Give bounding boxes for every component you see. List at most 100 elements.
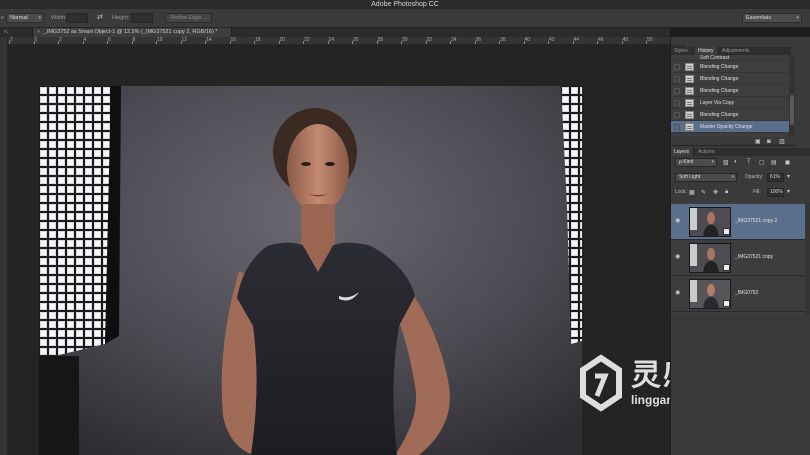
fill-slider-icon[interactable]: ▾ <box>787 188 790 195</box>
layer-row[interactable]: ◉ _IMG37521 copy <box>671 240 810 276</box>
scrollbar-thumb[interactable] <box>790 95 794 125</box>
lock-all-icon[interactable]: 🔒︎ <box>725 189 728 196</box>
document-canvas-image[interactable] <box>39 86 582 455</box>
ruler-tick <box>156 41 157 44</box>
ruler-tick <box>597 41 598 44</box>
adjustment-filter-icon[interactable]: ◐ <box>734 159 738 165</box>
snapshot-toggle[interactable] <box>674 76 680 82</box>
options-bar: e Normal ▾ Width: ⇄ Height: Refine Edge.… <box>0 9 810 28</box>
ruler-tick-label: 34 <box>451 37 457 43</box>
snapshot-toggle[interactable] <box>674 88 680 94</box>
ruler-tick-label: 6 <box>108 37 111 43</box>
workspace-select[interactable]: Essentials ▾ <box>742 13 802 23</box>
layers-scrollbar[interactable] <box>805 202 810 314</box>
ruler-tick-label: 42 <box>549 37 555 43</box>
visibility-eye-icon[interactable]: ◉ <box>675 290 683 296</box>
opacity-label: Opacity: <box>745 174 764 180</box>
lock-position-icon[interactable]: ✥ <box>713 189 718 196</box>
tab-styles[interactable]: Styles <box>671 47 691 55</box>
ruler-tick <box>450 41 451 44</box>
width-label: Width: <box>51 15 67 21</box>
chevron-down-icon: ▾ <box>38 15 41 21</box>
snapshot-toggle[interactable] <box>674 100 680 106</box>
lock-label: Lock: <box>675 189 687 195</box>
history-item-selected[interactable]: Master Opacity Change <box>671 121 789 133</box>
layer-name[interactable]: _IMG37521 copy <box>735 254 773 260</box>
new-document-from-state-icon[interactable]: ▣ <box>755 139 761 145</box>
filter-kind-select[interactable]: ρ Kind ▾ <box>675 158 717 167</box>
history-state-icon <box>685 87 694 95</box>
ruler-tick-label: 12 <box>181 37 188 43</box>
opacity-field[interactable]: 61% <box>767 173 784 182</box>
watermark-logo-icon <box>580 354 622 412</box>
history-item[interactable]: Blending Change <box>671 109 789 121</box>
tab-layers[interactable]: Layers <box>671 148 693 156</box>
mode-label-fragment: e <box>1 15 5 21</box>
document-tabs: n, RGB/8) × _IMG3752 as Smart Object-1 @… <box>0 28 670 44</box>
blend-mode-select[interactable]: Soft Light ▾ <box>675 173 737 182</box>
fill-field[interactable]: 100% <box>767 188 784 197</box>
width-field[interactable] <box>66 13 88 23</box>
type-filter-icon[interactable]: T <box>747 159 751 165</box>
tab-close-icon[interactable]: × <box>37 29 40 35</box>
visibility-eye-icon[interactable]: ◉ <box>675 218 683 224</box>
ruler-tick-label: 44 <box>573 37 580 43</box>
ruler-tick <box>376 41 378 44</box>
snapshot-toggle[interactable] <box>674 112 680 118</box>
trash-icon[interactable]: ▥ <box>779 139 785 145</box>
layer-row[interactable]: ◉ _IMG0752 <box>671 276 810 312</box>
height-label: Height: <box>112 15 130 21</box>
history-item[interactable]: Blending Change <box>671 73 789 85</box>
ruler-tick-label: 18 <box>255 37 261 43</box>
snapshot-toggle[interactable] <box>674 124 680 130</box>
smart-object-badge-icon <box>723 264 730 271</box>
ruler-tick <box>205 41 206 44</box>
tab-history[interactable]: History <box>695 47 717 55</box>
canvas-area[interactable] <box>8 45 670 455</box>
history-state-icon <box>685 123 694 131</box>
ruler-tick-label: 36 <box>475 37 482 43</box>
pixel-filter-icon[interactable]: ▨ <box>723 159 729 166</box>
history-scrollbar[interactable] <box>789 55 795 137</box>
ruler-tick <box>131 41 133 44</box>
ruler-tick <box>254 41 255 44</box>
ruler-tick-label: 30 <box>402 37 408 43</box>
history-item[interactable]: Blending Change <box>671 61 789 73</box>
ruler-tick <box>9 41 10 44</box>
chevron-down-icon: ▾ <box>711 159 714 165</box>
ruler-tick <box>425 41 427 44</box>
tab-adjustments[interactable]: Adjustments <box>719 47 753 55</box>
camera-snapshot-icon[interactable]: ◙ <box>767 139 773 145</box>
layer-name[interactable]: _IMG0752 <box>735 290 758 296</box>
shape-filter-icon[interactable]: ▢ <box>759 159 765 166</box>
smart-object-filter-icon[interactable]: ▤ <box>771 159 777 166</box>
ruler-tick-label: 40 <box>524 37 531 43</box>
tab-active-document[interactable]: × _IMG3752 as Smart Object-1 @ 12.5% (_I… <box>32 28 232 37</box>
portrait-photo <box>39 86 582 455</box>
ruler-tick <box>523 41 525 44</box>
history-list: Soft Contrast Blending Change Blending C… <box>671 55 789 137</box>
history-state-icon <box>685 111 694 119</box>
visibility-eye-icon[interactable]: ◉ <box>675 254 683 260</box>
history-item[interactable]: Layer Via Copy <box>671 97 789 109</box>
layer-name[interactable]: _IMG37521 copy 2 <box>735 218 777 224</box>
snapshot-toggle[interactable] <box>674 64 680 70</box>
swap-arrows-icon[interactable]: ⇄ <box>97 13 103 21</box>
filter-toggle-icon[interactable]: ◼ <box>785 159 790 166</box>
layer-row-selected[interactable]: ◉ _IMG37521 copy 2 <box>671 204 810 240</box>
tab-actions[interactable]: Actions <box>695 148 717 156</box>
refine-edge-button[interactable]: Refine Edge... <box>165 13 212 23</box>
ruler-tick-label: 38 <box>500 37 506 43</box>
history-item[interactable]: Blending Change <box>671 85 789 97</box>
tab-previous-document[interactable]: n, RGB/8) <box>0 28 30 44</box>
horizontal-ruler[interactable]: 2 0 2 4 6 8 10 12 14 16 18 20 22 24 26 28 30 32 34 36 38 40 42… <box>8 37 670 45</box>
height-field[interactable] <box>131 13 153 23</box>
opacity-slider-icon[interactable]: ▾ <box>787 173 790 180</box>
vertical-ruler[interactable] <box>0 37 8 455</box>
ruler-tick-label: 2 <box>10 37 13 43</box>
layers-list: ◉ _IMG37521 copy 2 ◉ _IMG37521 copy ◉ _I… <box>671 202 810 314</box>
lock-pixels-icon[interactable]: ✎ <box>701 189 706 196</box>
style-select[interactable]: Normal ▾ <box>6 13 44 23</box>
lock-transparency-icon[interactable]: ▦ <box>689 189 695 196</box>
ruler-tick-label: 32 <box>426 37 433 43</box>
